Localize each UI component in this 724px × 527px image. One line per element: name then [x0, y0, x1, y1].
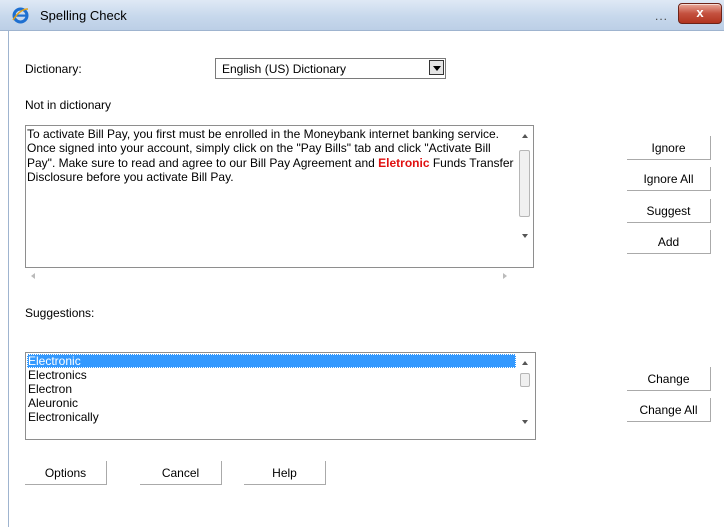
suggestion-item[interactable]: Electronically	[27, 410, 516, 424]
cancel-button[interactable]: Cancel	[140, 461, 222, 485]
window-title: Spelling Check	[40, 8, 127, 23]
context-vertical-scrollbar[interactable]	[517, 126, 533, 252]
dictionary-label: Dictionary:	[25, 62, 82, 76]
dictionary-select[interactable]: English (US) Dictionary	[215, 58, 446, 79]
context-horizontal-scrollbar[interactable]	[25, 268, 516, 284]
scroll-thumb[interactable]	[519, 150, 530, 217]
suggestion-item[interactable]: Electron	[27, 382, 516, 396]
close-button[interactable]: x	[678, 3, 722, 24]
not-in-dictionary-label: Not in dictionary	[25, 98, 112, 112]
scroll-down-icon[interactable]	[522, 234, 528, 238]
change-all-button[interactable]: Change All	[627, 398, 711, 422]
change-button[interactable]: Change	[627, 367, 711, 391]
ignore-all-button[interactable]: Ignore All	[627, 167, 711, 191]
title-bar[interactable]: Spelling Check ... x	[0, 0, 724, 31]
dictionary-selected-value: English (US) Dictionary	[222, 62, 347, 76]
not-in-dictionary-textbox[interactable]: To activate Bill Pay, you first must be …	[25, 125, 534, 268]
suggestions-list[interactable]: Electronic Electronics Electron Aleuroni…	[25, 352, 536, 440]
suggestions-vertical-scrollbar[interactable]	[517, 353, 533, 439]
scroll-left-icon[interactable]	[31, 273, 35, 279]
spelling-check-window: Spelling Check ... x Dictionary: English…	[0, 0, 724, 527]
options-button[interactable]: Options	[25, 461, 107, 485]
suggestions-label: Suggestions:	[25, 306, 95, 320]
chevron-down-icon[interactable]	[429, 60, 444, 75]
misspelled-word: Eletronic	[378, 155, 430, 170]
scroll-up-icon[interactable]	[522, 361, 528, 365]
context-text: To activate Bill Pay, you first must be …	[27, 127, 515, 185]
add-button[interactable]: Add	[627, 230, 711, 254]
dialog-body: Dictionary: English (US) Dictionary Not …	[8, 31, 723, 527]
suggestion-item[interactable]: Electronics	[27, 368, 516, 382]
help-button[interactable]: Help	[244, 461, 326, 485]
suggest-button[interactable]: Suggest	[627, 199, 711, 223]
close-icon: x	[696, 5, 704, 20]
scroll-right-icon[interactable]	[503, 273, 507, 279]
ignore-button[interactable]: Ignore	[627, 136, 711, 160]
suggestion-item[interactable]: Aleuronic	[27, 396, 516, 410]
scroll-up-icon[interactable]	[522, 134, 528, 138]
suggestion-item[interactable]: Electronic	[27, 354, 516, 368]
internet-explorer-icon	[12, 7, 29, 24]
scroll-thumb[interactable]	[520, 373, 530, 387]
title-overflow: ...	[655, 9, 669, 23]
scroll-down-icon[interactable]	[522, 420, 528, 424]
